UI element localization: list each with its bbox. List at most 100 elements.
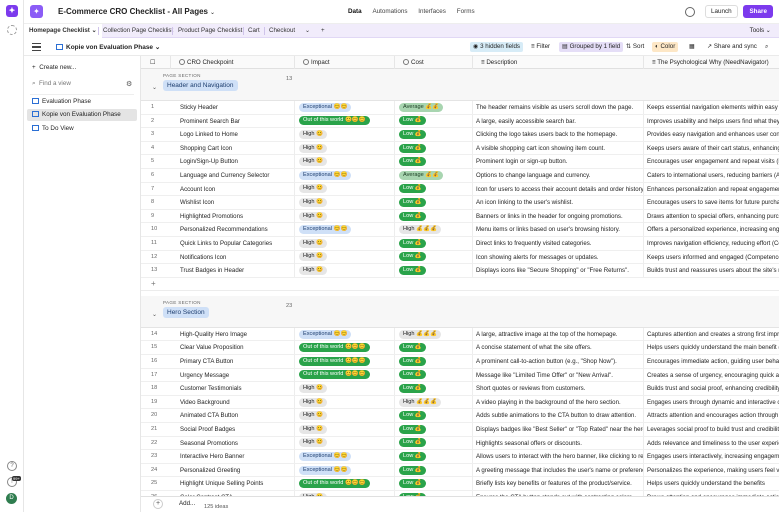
impact-cell[interactable]: Exceptional 😊😊 [295,463,395,477]
filter-button[interactable]: ≡ Filter [528,42,553,52]
description-cell[interactable]: A video playing in the background of the… [473,395,644,409]
description-cell[interactable]: Allows users to interact with the hero b… [473,450,644,464]
description-cell[interactable]: A large, attractive image at the top of … [473,327,644,341]
column-header-checkpoint[interactable]: CRO Checkpoint [171,56,295,69]
impact-cell[interactable]: High 😊 [295,395,395,409]
base-icon[interactable]: ✦ [30,5,43,18]
checkpoint-cell[interactable]: Highlight Unique Selling Points [171,477,295,491]
impact-cell[interactable]: Out of this world 😊😊😊 [295,114,395,128]
description-cell[interactable]: Adds subtle animations to the CTA button… [473,409,644,423]
more-tabs-icon[interactable]: ⌄ [300,24,315,38]
table-row[interactable]: 23 Interactive Hero Banner Exceptional 😊😊 L… [141,450,779,464]
cost-cell[interactable]: Low 💰 [395,341,473,355]
description-cell[interactable]: The header remains visible as users scro… [473,101,644,114]
description-cell[interactable]: Short quotes or reviews from customers. [473,382,644,396]
why-cell[interactable]: Helps users quickly understand the main … [644,341,779,354]
cost-cell[interactable]: Average 💰💰 [395,169,473,182]
checkpoint-cell[interactable]: Wishlist Icon [171,196,295,210]
color-button[interactable]: ◐ Color [652,42,679,52]
launch-button[interactable]: Launch [705,5,738,18]
cost-cell[interactable]: Low 💰 [395,382,473,396]
checkpoint-cell[interactable]: Primary CTA Button [171,355,295,368]
cost-cell[interactable]: Low 💰 [395,355,473,368]
impact-cell[interactable]: High 😊 [295,128,395,142]
description-cell[interactable]: Direct links to frequently visited categ… [473,237,644,250]
tab-product-page-checklist[interactable]: Product Page Checklist [173,24,247,38]
impact-cell[interactable]: High 😊 [295,264,395,278]
checkpoint-cell[interactable]: Logo Linked to Home [171,128,295,142]
why-cell[interactable]: Keeps users aware of their cart status, … [644,142,779,155]
select-all-checkbox[interactable]: ☐ [141,56,171,69]
current-view-name[interactable]: Kopie von Evaluation Phase ⌄ [56,43,160,51]
table-row[interactable]: 11 Quick Links to Popular Categories High … [141,237,779,251]
tab-homepage-checklist[interactable]: Homepage Checklist ⌄ [24,24,102,38]
checkpoint-cell[interactable]: Urgency Message [171,368,295,382]
impact-cell[interactable]: Out of this world 😊😊😊 [295,341,395,355]
checkpoint-cell[interactable]: Seasonal Promotions [171,436,295,450]
table-row[interactable]: 24 Personalized Greeting Exceptional 😊😊 Low… [141,463,779,478]
checkpoint-cell[interactable]: Language and Currency Selector [171,169,295,182]
nav-interfaces[interactable]: Interfaces [418,8,446,15]
checkpoint-cell[interactable]: Login/Sign-Up Button [171,155,295,169]
cost-cell[interactable]: Low 💰 [395,264,473,278]
checkpoint-cell[interactable]: Personalized Recommendations [171,223,295,237]
description-cell[interactable]: Highlights seasonal offers or discounts. [473,436,644,450]
why-cell[interactable]: Improves navigation efficiency, reducing… [644,237,779,250]
why-cell[interactable]: Offers a personalized experience, increa… [644,223,779,236]
impact-cell[interactable]: Exceptional 😊😊 [295,450,395,464]
checkpoint-cell[interactable]: Prominent Search Bar [171,114,295,128]
tab-collection-page-checklist[interactable]: Collection Page Checklist [98,24,178,38]
cost-cell[interactable]: Low 💰 [395,209,473,223]
collapse-chevron-icon[interactable]: ⌄ [152,311,157,318]
impact-cell[interactable]: Exceptional 😊😊 [295,101,395,114]
table-row[interactable]: 2 Prominent Search Bar Out of this world 😊… [141,114,779,129]
history-icon[interactable] [685,6,696,17]
impact-cell[interactable]: High 😊 [295,436,395,450]
table-row[interactable]: 19 Video Background High 😊 High 💰💰💰 A video … [141,395,779,410]
cost-cell[interactable]: High 💰💰💰 [395,223,473,237]
checkpoint-cell[interactable]: Notifications Icon [171,250,295,264]
hidden-fields-button[interactable]: ◉ 3 hidden fields [470,42,524,52]
description-cell[interactable]: Icon for users to access their account d… [473,182,644,196]
sidebar-item-to-do-view[interactable]: To Do View [27,123,137,135]
cost-cell[interactable]: Low 💰 [395,182,473,196]
create-view-button[interactable]: + Create new... [32,64,76,71]
impact-cell[interactable]: Out of this world 😊😊😊 [295,368,395,382]
cost-cell[interactable]: Low 💰 [395,450,473,464]
impact-cell[interactable]: Out of this world 😊😊😊 [295,477,395,491]
help-icon[interactable]: ? [7,461,17,471]
base-title[interactable]: E-Commerce CRO Checklist - All Pages ⌄ [58,7,215,16]
cost-cell[interactable]: Low 💰 [395,423,473,436]
table-row[interactable]: 4 Shopping Cart Icon High 😊 Low 💰 A visible … [141,141,779,156]
why-cell[interactable]: Keeps users informed and engaged (Compet… [644,251,779,264]
cost-cell[interactable]: Low 💰 [395,477,473,491]
group-header[interactable]: ⌄ PAGE SECTION Header and Navigation 13 [141,69,779,101]
why-cell[interactable]: Leverages social proof to build trust an… [644,423,779,436]
description-cell[interactable]: Icon showing alerts for messages or upda… [473,250,644,264]
table-row[interactable]: 16 Primary CTA Button Out of this world 😊😊… [141,355,779,369]
search-icon[interactable]: ⌕ [762,42,771,52]
checkpoint-cell[interactable]: Shopping Cart Icon [171,141,295,155]
table-row[interactable]: 15 Clear Value Proposition Out of this wor… [141,341,779,355]
tab-checkout[interactable]: Checkout [264,24,300,38]
tools-menu[interactable]: Tools ⌄ [750,24,771,38]
tab-cart[interactable]: Cart [243,24,265,38]
sort-button[interactable]: ⇅ Sort [623,42,647,52]
description-cell[interactable]: Prominent login or sign-up button. [473,155,644,169]
why-cell[interactable]: Improves usability and helps users find … [644,115,779,128]
add-table-icon[interactable]: + [316,24,330,38]
why-cell[interactable]: Creates a sense of urgency, encouraging … [644,369,779,382]
why-cell[interactable]: Encourages users to save items for futur… [644,196,779,209]
why-cell[interactable]: Draws attention to special offers, enhan… [644,210,779,223]
table-row[interactable]: 21 Social Proof Badges High 😊 Low 💰 Displays… [141,423,779,437]
sidebar-item-kopie-von-evaluation-phase[interactable]: Kopie von Evaluation Phase [27,109,137,121]
why-cell[interactable]: Adds relevance and timeliness to the use… [644,437,779,450]
checkpoint-cell[interactable]: Trust Badges in Header [171,264,295,278]
table-row[interactable]: 8 Wishlist Icon High 😊 Low 💰 An icon linking… [141,196,779,210]
description-cell[interactable]: A concise statement of what the site off… [473,341,644,355]
impact-cell[interactable]: Out of this world 😊😊😊 [295,355,395,368]
impact-cell[interactable]: High 😊 [295,196,395,210]
description-cell[interactable]: Clicking the logo takes users back to th… [473,128,644,142]
why-cell[interactable]: Engages users through dynamic and intera… [644,396,779,409]
why-cell[interactable]: Provides easy navigation and enhances us… [644,128,779,141]
